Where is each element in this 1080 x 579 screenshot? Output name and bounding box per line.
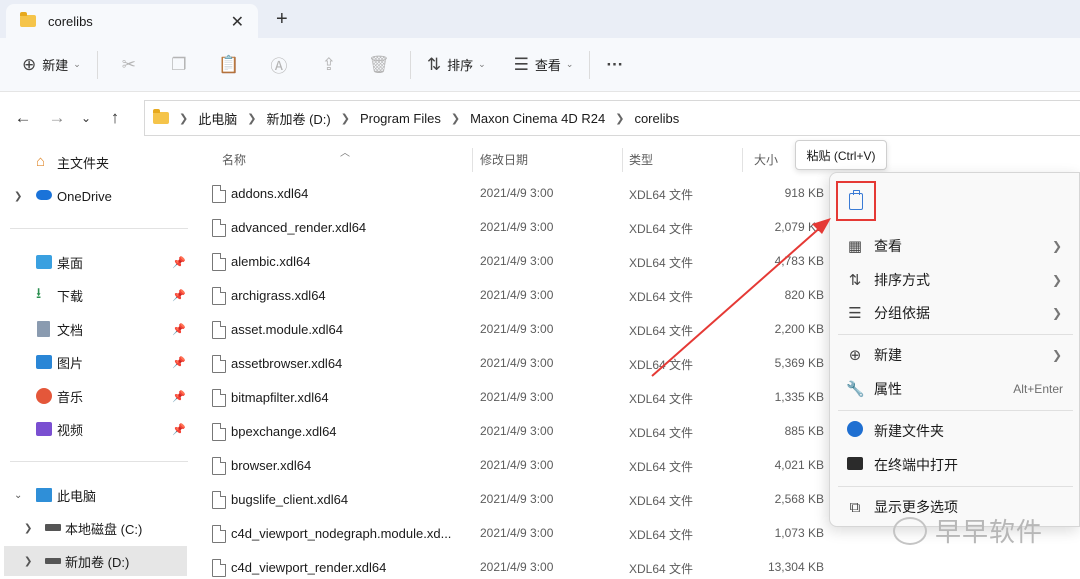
wechat-icon xyxy=(893,516,927,545)
annotation-arrow xyxy=(651,218,831,377)
watermark-text: 早早软件 xyxy=(935,517,1044,547)
watermark: 早早软件 xyxy=(893,512,1043,549)
